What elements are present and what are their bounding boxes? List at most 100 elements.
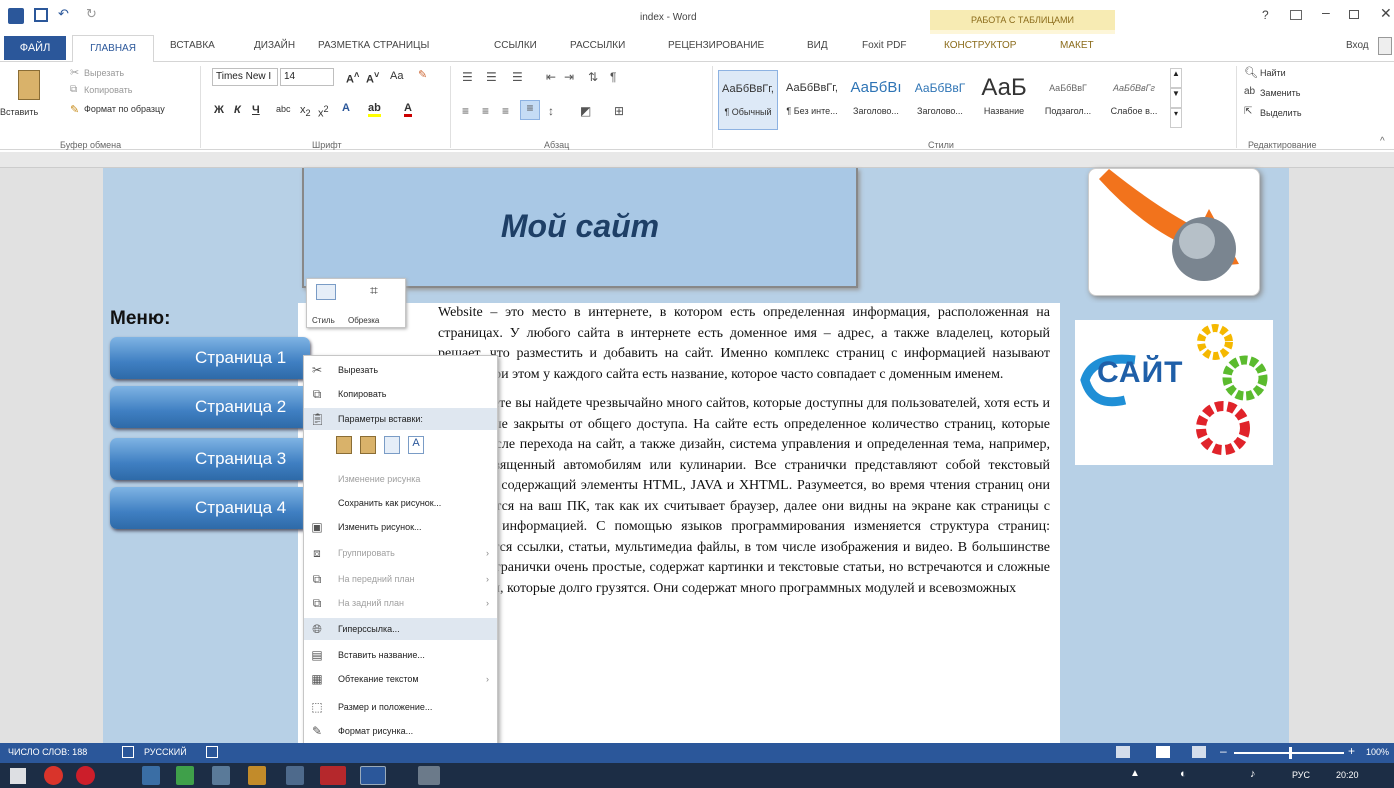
signin-link[interactable]: Вход: [1346, 40, 1369, 51]
bullets-icon[interactable]: ☰: [462, 70, 473, 84]
tray-volume-icon[interactable]: ♪: [1250, 768, 1256, 780]
text-effects-icon[interactable]: A: [342, 102, 350, 114]
taskbar-app-icon[interactable]: [418, 766, 440, 785]
tray-arrow-icon[interactable]: ▲: [1130, 768, 1140, 779]
menu-button-page3[interactable]: Страница 3: [110, 438, 310, 480]
format-painter-button[interactable]: Формат по образцу: [84, 104, 165, 114]
align-left-icon[interactable]: ≡: [462, 104, 469, 118]
print-layout-icon[interactable]: [1156, 746, 1170, 758]
decrease-indent-icon[interactable]: ⇤: [546, 70, 556, 84]
tab-layout[interactable]: РАЗМЕТКА СТРАНИЦЫ: [318, 40, 429, 51]
style-normal[interactable]: АаБбВвГг, ¶ Обычный: [718, 70, 778, 130]
taskbar-chrome-icon[interactable]: [44, 766, 63, 785]
line-spacing-icon[interactable]: ↕: [548, 104, 554, 118]
font-color-icon[interactable]: A: [404, 102, 412, 117]
article-paragraph-2[interactable]: В интернете вы найдете чрезвычайно много…: [438, 394, 1050, 599]
style-heading1[interactable]: АаБбВı Заголово...: [846, 70, 906, 130]
styles-more-icon[interactable]: ▾: [1170, 108, 1182, 128]
paste-icon[interactable]: [18, 70, 40, 100]
ctx-cut[interactable]: ✂ Вырезать: [304, 359, 497, 381]
highlight-icon[interactable]: ab: [368, 102, 381, 117]
user-avatar[interactable]: [1378, 37, 1392, 55]
borders-icon[interactable]: ⊞: [614, 104, 624, 118]
change-case-icon[interactable]: Aa: [390, 70, 403, 82]
paste-option-merge-icon[interactable]: [360, 436, 376, 454]
tab-foxit[interactable]: Foxit PDF: [862, 40, 906, 51]
taskbar-app-icon[interactable]: [286, 766, 304, 785]
tab-review[interactable]: РЕЦЕНЗИРОВАНИЕ: [668, 40, 764, 51]
taskbar-app-icon[interactable]: [248, 766, 266, 785]
superscript-icon[interactable]: x2: [318, 104, 329, 120]
select-icon[interactable]: ⇱: [1244, 106, 1252, 117]
taskbar-app-icon[interactable]: [142, 766, 160, 785]
language-indicator[interactable]: РУССКИЙ: [144, 747, 187, 757]
tab-mailings[interactable]: РАССЫЛКИ: [570, 40, 625, 51]
article-paragraph-1[interactable]: Website – это место в интернете, в котор…: [438, 303, 1050, 385]
help-button[interactable]: ?: [1262, 8, 1269, 22]
styles-scroll-down-icon[interactable]: ▼: [1170, 88, 1182, 108]
ctx-save-as-picture[interactable]: Сохранить как рисунок...: [304, 492, 497, 514]
tab-insert[interactable]: ВСТАВКА: [170, 40, 215, 51]
ctx-hyperlink[interactable]: 🌐︎ Гиперссылка...: [304, 618, 497, 640]
mini-style-button[interactable]: Стиль: [312, 316, 335, 325]
font-size-combo[interactable]: 14: [280, 68, 334, 86]
paste-option-keep-format-icon[interactable]: [336, 436, 352, 454]
subscript-icon[interactable]: x2: [300, 104, 311, 118]
justify-icon[interactable]: ≡: [520, 100, 540, 120]
horizontal-ruler[interactable]: [0, 152, 1394, 168]
collapse-ribbon-icon[interactable]: ^: [1380, 136, 1385, 147]
style-subtitle[interactable]: АаБбВвГ Подзагол...: [1038, 70, 1098, 130]
crop-icon[interactable]: ⌗: [370, 282, 378, 299]
tab-maket[interactable]: МАКЕТ: [1060, 40, 1094, 51]
tray-language[interactable]: РУС: [1292, 770, 1310, 780]
tab-constructor[interactable]: КОНСТРУКТОР: [944, 40, 1016, 51]
word-count[interactable]: ЧИСЛО СЛОВ: 188: [8, 747, 87, 757]
ribbon-display-icon[interactable]: [1290, 10, 1302, 20]
find-icon[interactable]: 🔍︎: [1244, 66, 1258, 79]
proofing-icon[interactable]: [122, 746, 134, 758]
show-marks-icon[interactable]: ¶: [610, 70, 616, 84]
multilevel-list-icon[interactable]: ☰: [512, 70, 523, 84]
ctx-insert-caption[interactable]: ▤ Вставить название...: [304, 644, 497, 666]
picture-style-icon[interactable]: [316, 284, 336, 300]
ctx-copy[interactable]: ⧉ Копировать: [304, 383, 497, 405]
find-button[interactable]: Найти: [1260, 68, 1286, 78]
redo-icon[interactable]: ↻: [86, 6, 97, 22]
tab-file[interactable]: ФАЙЛ: [4, 36, 66, 60]
grow-font-icon[interactable]: A˄: [346, 70, 359, 86]
styles-scroll-up-icon[interactable]: ▲: [1170, 68, 1182, 88]
taskbar-app-icon[interactable]: [212, 766, 230, 785]
style-heading2[interactable]: АаБбВвГ Заголово...: [910, 70, 970, 130]
shading-icon[interactable]: ◩: [580, 104, 591, 118]
menu-button-page1[interactable]: Страница 1: [110, 337, 310, 379]
clear-format-icon[interactable]: ✎: [418, 68, 427, 81]
tab-references[interactable]: ССЫЛКИ: [494, 40, 537, 51]
ctx-wrap-text[interactable]: ▦ Обтекание текстом ›: [304, 668, 497, 690]
style-title[interactable]: АаБ Название: [974, 70, 1034, 130]
ctx-format-picture[interactable]: ✎ Формат рисунка...: [304, 720, 497, 742]
copy-icon[interactable]: ⧉: [70, 84, 77, 95]
menu-button-page2[interactable]: Страница 2: [110, 386, 310, 428]
save-icon[interactable]: [34, 8, 48, 22]
font-name-combo[interactable]: Times New I: [212, 68, 278, 86]
word-app-icon[interactable]: [8, 8, 24, 24]
restore-button[interactable]: [1349, 10, 1359, 19]
sait-gears-logo[interactable]: САЙТ: [1075, 320, 1273, 465]
tab-view[interactable]: ВИД: [807, 40, 828, 51]
italic-icon[interactable]: К: [234, 104, 241, 116]
strikethrough-icon[interactable]: abc: [276, 104, 291, 114]
ctx-change-picture[interactable]: ▣ Изменить рисунок...: [304, 516, 497, 538]
macro-icon[interactable]: [206, 746, 218, 758]
menu-button-page4[interactable]: Страница 4: [110, 487, 310, 529]
globe-logo-image[interactable]: [1088, 168, 1260, 296]
zoom-slider-thumb[interactable]: [1289, 747, 1292, 759]
shrink-font-icon[interactable]: A˅: [366, 70, 379, 86]
zoom-in-button[interactable]: +: [1348, 744, 1355, 758]
taskbar-opera-icon[interactable]: [76, 766, 95, 785]
cut-icon[interactable]: ✂: [70, 66, 79, 79]
mini-crop-button[interactable]: Обрезка: [348, 316, 379, 325]
numbering-icon[interactable]: ☰: [486, 70, 497, 84]
format-painter-icon[interactable]: ✎: [70, 103, 79, 116]
style-subtle-emphasis[interactable]: АаБбВвГг Слабое в...: [1102, 70, 1166, 130]
copy-button[interactable]: Копировать: [84, 85, 132, 95]
